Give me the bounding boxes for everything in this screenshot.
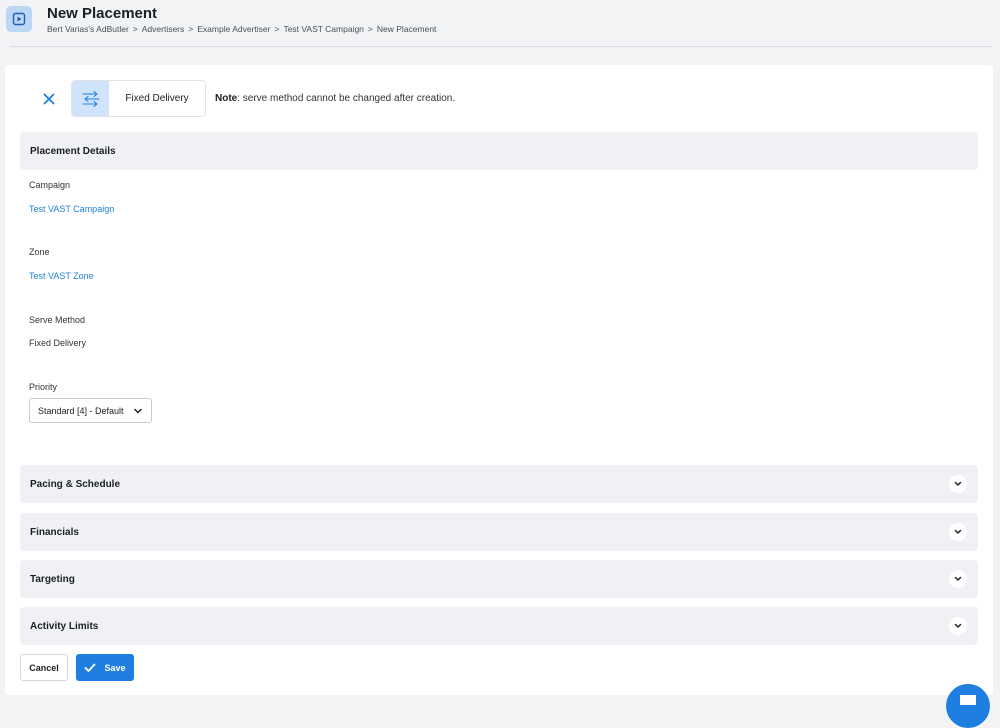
- breadcrumb-item-current: New Placement: [376, 24, 437, 34]
- chevron-down-icon[interactable]: [949, 523, 967, 541]
- save-button-label: Save: [104, 662, 126, 673]
- chevron-down-icon[interactable]: [949, 617, 967, 635]
- serve-method-chip-label: Fixed Delivery: [125, 93, 189, 104]
- zone-link[interactable]: Test VAST Zone: [29, 271, 94, 281]
- financials-section[interactable]: Financials: [20, 513, 978, 551]
- priority-select[interactable]: Standard [4] - Default: [29, 398, 152, 423]
- activity-limits-section[interactable]: Activity Limits: [20, 607, 978, 645]
- breadcrumb-item-account[interactable]: Bert Varias's AdButler: [47, 24, 129, 34]
- save-button[interactable]: Save: [76, 654, 134, 681]
- page-title: New Placement: [47, 5, 158, 22]
- financials-title: Financials: [30, 526, 79, 538]
- chevron-down-icon[interactable]: [949, 570, 967, 588]
- priority-label: Priority: [29, 382, 58, 392]
- video-play-icon: [6, 6, 32, 32]
- breadcrumb-item-advertisers[interactable]: Advertisers: [142, 24, 185, 34]
- placement-details-title: Placement Details: [30, 145, 116, 157]
- checkmark-icon: [85, 663, 96, 672]
- placement-details-header: Placement Details: [20, 132, 978, 170]
- chevron-down-icon: [134, 408, 142, 414]
- chat-bubble-icon: [960, 695, 976, 705]
- page-header: New Placement Bert Varias's AdButler > Adv…: [0, 0, 1000, 48]
- campaign-label: Campaign: [29, 180, 71, 190]
- serve-method-value: Fixed Delivery: [29, 338, 87, 348]
- breadcrumb-separator: >: [367, 24, 373, 34]
- close-icon: [43, 93, 55, 105]
- breadcrumb-separator: >: [274, 24, 280, 34]
- header-divider: [10, 46, 992, 47]
- breadcrumb-item-campaign[interactable]: Test VAST Campaign: [283, 24, 363, 34]
- cancel-button[interactable]: Cancel: [20, 654, 68, 681]
- breadcrumb-separator: >: [132, 24, 138, 34]
- targeting-section[interactable]: Targeting: [20, 560, 978, 598]
- targeting-title: Targeting: [30, 573, 75, 585]
- note-bold-label: Note: [215, 93, 238, 104]
- close-button[interactable]: [36, 90, 62, 108]
- campaign-link[interactable]: Test VAST Campaign: [29, 204, 114, 214]
- priority-select-value: Standard [4] - Default: [38, 405, 124, 416]
- pacing-schedule-title: Pacing & Schedule: [30, 478, 121, 490]
- arrows-exchange-icon: [72, 81, 109, 116]
- serve-method-chip: Fixed Delivery: [71, 80, 206, 117]
- chevron-down-icon[interactable]: [949, 475, 967, 493]
- breadcrumb-item-advertiser[interactable]: Example Advertiser: [197, 24, 270, 34]
- chat-launcher-button[interactable]: [946, 684, 990, 728]
- serve-method-note: Note: serve method cannot be changed aft…: [215, 93, 455, 104]
- note-text: : serve method cannot be changed after c…: [237, 93, 456, 104]
- zone-label: Zone: [29, 247, 50, 257]
- activity-limits-title: Activity Limits: [30, 620, 99, 632]
- serve-method-label: Serve Method: [29, 315, 86, 325]
- breadcrumb-separator: >: [188, 24, 194, 34]
- pacing-schedule-section[interactable]: Pacing & Schedule: [20, 465, 978, 503]
- breadcrumb: Bert Varias's AdButler > Advertisers > Examp…: [47, 24, 436, 34]
